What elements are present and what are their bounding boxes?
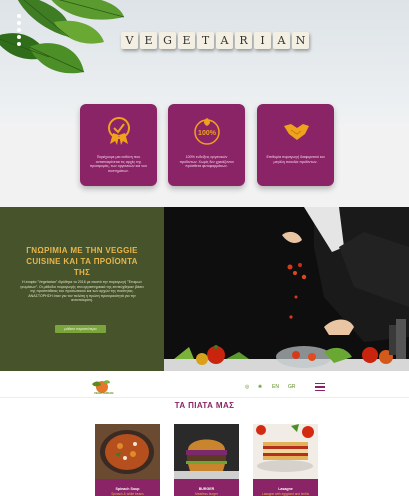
feature-card: Παρέχουμε μια ευθύνη που ανταποκρίνεται … (80, 104, 157, 186)
dishes-title: ΤΑ ΠΙΑΤΑ ΜΑΣ (174, 401, 235, 410)
natural-100-icon: 100% (193, 118, 220, 145)
slider-dot[interactable] (17, 21, 21, 25)
slider-dot[interactable] (17, 28, 21, 32)
lang-gr-link[interactable]: GR (288, 384, 296, 390)
dish-name: Lasagne (278, 487, 293, 491)
dish-name: BURGER (198, 487, 215, 491)
letter-tile: G (159, 32, 176, 49)
lang-en-link[interactable]: EN (272, 384, 279, 390)
learn-more-button[interactable]: μάθετε περισσότερα (55, 325, 106, 333)
dish-card[interactable]: Spinach Soup Spinach & white beans (95, 424, 160, 496)
about-panel: ΓΝΩΡΙΜΙΑ ΜΕ ΤΗΝ VEGGIE CUISINE ΚΑΙ ΤΑ ΠΡ… (0, 207, 164, 371)
about-section: ΓΝΩΡΙΜΙΑ ΜΕ ΤΗΝ VEGGIE CUISINE ΚΑΙ ΤΑ ΠΡ… (0, 207, 409, 371)
navbar: VEGETARIAN ◎ ❀ EN GR (0, 376, 409, 398)
slider-dot[interactable] (17, 14, 21, 18)
feature-text: Παρέχουμε μια ευθύνη που ανταποκρίνεται … (89, 155, 148, 173)
slider-dots[interactable] (17, 14, 23, 46)
features-section: Παρέχουμε μια ευθύνη που ανταποκρίνεται … (0, 104, 409, 207)
feature-card: 100% 100% ενδείξεις οργανικών προϊόντων.… (168, 104, 245, 186)
logo-text: VEGETARIAN (94, 391, 114, 395)
about-text: Η εταιρία "Vegetarian" ιδρύθηκε το 2016 … (20, 280, 144, 303)
slider-dot[interactable] (17, 35, 21, 39)
letter-tile: R (235, 32, 252, 49)
feature-card: Επιθυμία παραγωγή διαφορετικό και μεγάλη… (257, 104, 334, 186)
letter-tile: A (273, 32, 290, 49)
letter-tile: I (254, 32, 271, 49)
spinach-soup-image (95, 424, 160, 479)
dish-name: Spinach Soup (115, 487, 140, 491)
svg-text:100%: 100% (198, 130, 217, 137)
dish-card[interactable]: BURGER Meatless burger (174, 424, 239, 496)
feature-text: 100% ενδείξεις οργανικών προϊόντων. Χωρί… (179, 155, 234, 169)
lasagne-image (253, 424, 318, 479)
chef-photo (164, 207, 409, 371)
feature-text: Επιθυμία παραγωγή διαφορετικό και μεγάλη… (266, 155, 325, 164)
dish-description: Meatless burger (195, 492, 218, 496)
letter-tile: V (121, 32, 138, 49)
burger-image (174, 424, 239, 479)
dish-card[interactable]: Lasagne Lasagne with eggplant and lentil… (253, 424, 318, 496)
letter-tile: T (197, 32, 214, 49)
about-title: ΓΝΩΡΙΜΙΑ ΜΕ ΤΗΝ VEGGIE CUISINE ΚΑΙ ΤΑ ΠΡ… (26, 246, 138, 277)
menu-icon[interactable] (315, 383, 325, 391)
dish-description: Lasagne with eggplant and lentils (261, 492, 310, 496)
slider-dot[interactable] (17, 42, 21, 46)
vegetarian-tiles: V E G E T A R I A N (121, 32, 309, 49)
letter-tile: E (178, 32, 195, 49)
chef-image (164, 207, 409, 371)
tripadvisor-icon[interactable]: ❀ (258, 384, 262, 390)
award-badge-icon (107, 117, 130, 145)
letter-tile: N (292, 32, 309, 49)
letter-tile: E (140, 32, 157, 49)
instagram-icon[interactable]: ◎ (245, 384, 249, 390)
handshake-icon (283, 124, 309, 140)
dish-description: Spinach & white beans (111, 492, 144, 496)
letter-tile: A (216, 32, 233, 49)
